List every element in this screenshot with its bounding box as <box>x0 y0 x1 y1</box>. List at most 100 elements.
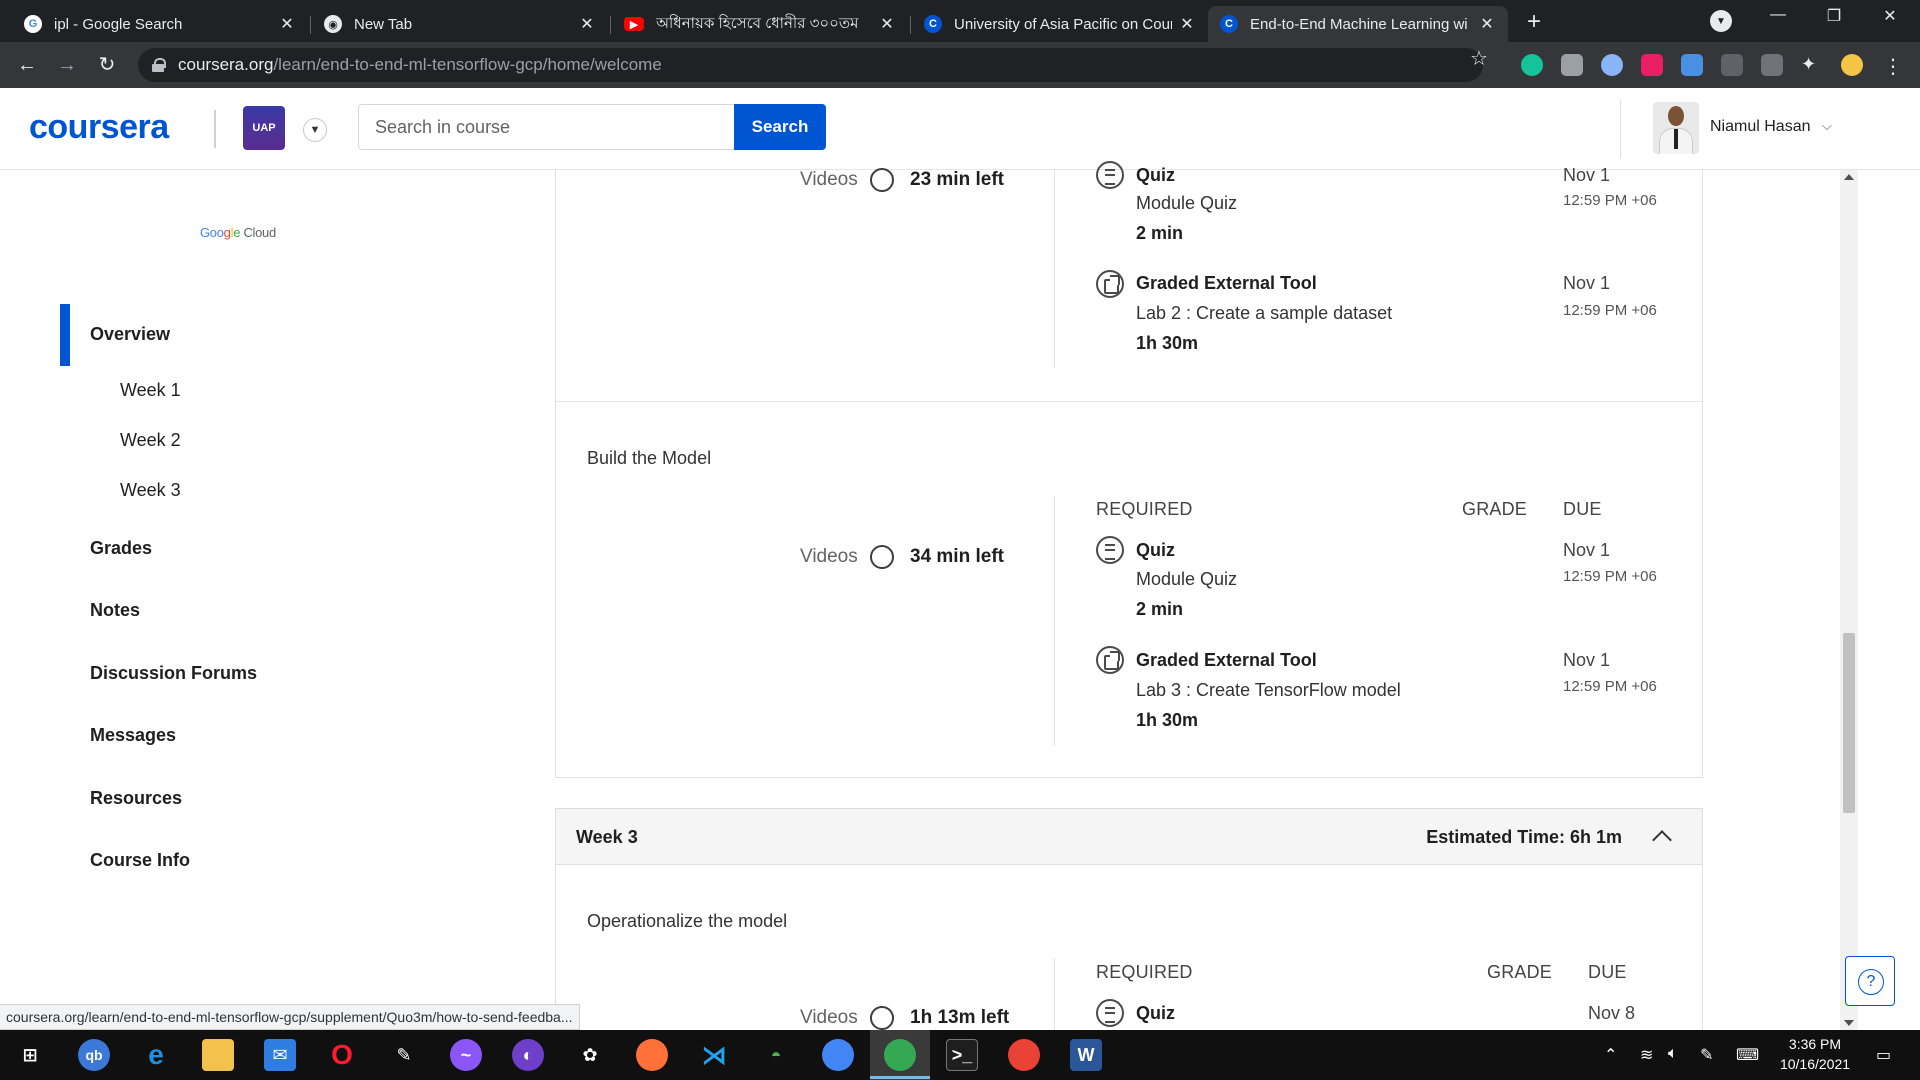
browser-tab[interactable]: ▶ অধিনায়ক হিসেবে ধোনীর ৩০০তম ✕ <box>612 6 908 42</box>
url-field[interactable]: coursera.org/learn/end-to-end-ml-tensorf… <box>138 48 1483 82</box>
avatar[interactable] <box>1653 102 1699 154</box>
browser-tab[interactable]: G ipl - Google Search ✕ <box>12 6 308 42</box>
puzzle-extensions-icon[interactable]: ✦ <box>1801 54 1823 76</box>
coursera-logo[interactable]: coursera <box>29 108 169 147</box>
forward-icon[interactable]: → <box>54 52 80 78</box>
sidebar-item-week-3[interactable]: Week 3 <box>120 480 181 501</box>
sidebar-item-notes[interactable]: Notes <box>90 600 140 621</box>
university-logo[interactable]: UAP <box>243 106 285 150</box>
sidebar-item-course-info[interactable]: Course Info <box>90 850 190 871</box>
week-header[interactable]: Week 3 Estimated Time: 6h 1m <box>556 809 1702 865</box>
column-divider <box>1054 496 1055 746</box>
scroll-down-icon[interactable] <box>1844 1020 1854 1026</box>
vscode-icon[interactable]: ⋊ <box>698 1039 730 1071</box>
videos-time-left[interactable]: 1h 13m left <box>910 1007 1009 1029</box>
chevron-down-icon[interactable]: ⌵ <box>1822 118 1832 134</box>
sidebar-item-discussion-forums[interactable]: Discussion Forums <box>90 663 257 684</box>
search-input[interactable]: Search in course <box>358 104 735 150</box>
clock-date[interactable]: 10/16/2021 <box>1770 1056 1860 1072</box>
chrome-icon[interactable] <box>884 1039 916 1071</box>
bookmark-star-icon[interactable]: ☆ <box>1470 46 1488 71</box>
search-button[interactable]: Search <box>734 104 826 150</box>
close-icon[interactable]: ✕ <box>878 14 896 34</box>
chrome-icon[interactable] <box>822 1039 854 1071</box>
edge-icon[interactable]: e <box>140 1039 172 1071</box>
videos-time-left[interactable]: 23 min left <box>910 169 1004 191</box>
close-icon[interactable]: ✕ <box>1478 14 1496 34</box>
chrome-icon[interactable] <box>1008 1039 1040 1071</box>
volume-icon[interactable]: 🔈︎ <box>1668 1045 1678 1063</box>
browser-tab[interactable]: C University of Asia Pacific on Cour ✕ <box>912 6 1208 42</box>
item-name[interactable]: Module Quiz <box>1136 193 1237 214</box>
item-type[interactable]: Quiz <box>1136 540 1175 561</box>
google-icon: G <box>24 15 42 33</box>
help-button[interactable]: ? <box>1845 956 1895 1006</box>
pen-icon[interactable]: ✎ <box>1700 1045 1713 1065</box>
sidebar-item-resources[interactable]: Resources <box>90 788 182 809</box>
restore-icon[interactable]: ❐ <box>1814 6 1854 26</box>
windows-start-icon[interactable]: ⊞ <box>14 1039 46 1071</box>
app-icon[interactable]: ✿ <box>574 1039 606 1071</box>
minimize-icon[interactable]: — <box>1758 6 1798 24</box>
browser-menu-icon[interactable]: ⋮ <box>1883 54 1905 78</box>
reload-icon[interactable]: ↻ <box>94 52 120 78</box>
app-icon[interactable]: ✎ <box>388 1039 420 1071</box>
chevron-down-icon[interactable]: ▼ <box>303 118 327 142</box>
window-close-icon[interactable]: ✕ <box>1870 6 1910 26</box>
sidebar-item-messages[interactable]: Messages <box>90 725 176 746</box>
scroll-up-icon[interactable] <box>1844 174 1854 180</box>
pen-extension-icon[interactable] <box>1761 54 1783 76</box>
videos-time-left[interactable]: 34 min left <box>910 546 1004 568</box>
item-name[interactable]: Module Quiz <box>1136 569 1237 590</box>
tab-title: University of Asia Pacific on Cour <box>954 15 1172 33</box>
back-icon[interactable]: ← <box>14 52 40 78</box>
opera-icon[interactable]: O <box>326 1039 358 1071</box>
page-scrollbar[interactable] <box>1840 170 1858 1030</box>
messenger-icon[interactable]: ~ <box>450 1039 482 1071</box>
chevron-up-icon[interactable]: ⌃ <box>1604 1045 1617 1065</box>
item-type[interactable]: Quiz <box>1136 165 1175 186</box>
sidebar-item-week-2[interactable]: Week 2 <box>120 430 181 451</box>
sidebar-item-week-1[interactable]: Week 1 <box>120 380 181 401</box>
qbittorrent-icon[interactable]: qb <box>78 1039 110 1071</box>
item-name[interactable]: Lab 2 : Create a sample dataset <box>1136 303 1392 324</box>
browser-tab[interactable]: ◉ New Tab ✕ <box>312 6 608 42</box>
camera-extension-icon[interactable] <box>1561 54 1583 76</box>
extension-icon[interactable] <box>1601 54 1623 76</box>
close-icon[interactable]: ✕ <box>1178 14 1196 34</box>
column-divider <box>1054 170 1055 368</box>
sidebar-item-grades[interactable]: Grades <box>90 538 152 559</box>
scroll-thumb[interactable] <box>1843 633 1855 813</box>
item-type[interactable]: Graded External Tool <box>1136 273 1317 294</box>
tab-search-icon[interactable]: ▼ <box>1710 10 1732 32</box>
taskbar-active-indicator <box>870 1076 930 1079</box>
clock-time[interactable]: 3:36 PM <box>1770 1036 1860 1052</box>
item-name[interactable]: Lab 3 : Create TensorFlow model <box>1136 680 1401 701</box>
grammarly-extension-icon[interactable] <box>1521 54 1543 76</box>
file-explorer-icon[interactable] <box>202 1039 234 1071</box>
notification-icon[interactable]: ▭ <box>1876 1045 1891 1065</box>
user-name[interactable]: Niamul Hasan <box>1710 118 1810 136</box>
terminal-icon[interactable]: >_ <box>946 1039 978 1071</box>
new-tab-button[interactable]: + <box>1520 8 1548 36</box>
profile-avatar-icon[interactable] <box>1841 54 1863 76</box>
due-time: 12:59 PM +06 <box>1563 302 1657 319</box>
sidebar-item-overview[interactable]: Overview <box>90 324 170 345</box>
download-extension-icon[interactable] <box>1681 54 1703 76</box>
wifi-icon[interactable]: ≋ <box>1640 1045 1653 1065</box>
chevron-up-icon[interactable] <box>1652 827 1668 843</box>
word-icon[interactable]: W <box>1070 1039 1102 1071</box>
app-icon[interactable]: ◓ <box>760 1039 792 1071</box>
firefox-icon[interactable] <box>636 1039 668 1071</box>
extension-icon[interactable] <box>1721 54 1743 76</box>
youtube-icon: ▶ <box>624 17 644 31</box>
keyboard-icon[interactable]: ⌨ <box>1736 1045 1759 1065</box>
close-icon[interactable]: ✕ <box>578 14 596 34</box>
mail-icon[interactable]: ✉ <box>264 1039 296 1071</box>
item-type[interactable]: Graded External Tool <box>1136 650 1317 671</box>
item-type[interactable]: Quiz <box>1136 1003 1175 1024</box>
browser-tab-active[interactable]: C End-to-End Machine Learning wi ✕ <box>1208 6 1508 42</box>
close-icon[interactable]: ✕ <box>278 14 296 34</box>
play-extension-icon[interactable] <box>1641 54 1663 76</box>
github-icon[interactable]: ◐ <box>512 1039 544 1071</box>
